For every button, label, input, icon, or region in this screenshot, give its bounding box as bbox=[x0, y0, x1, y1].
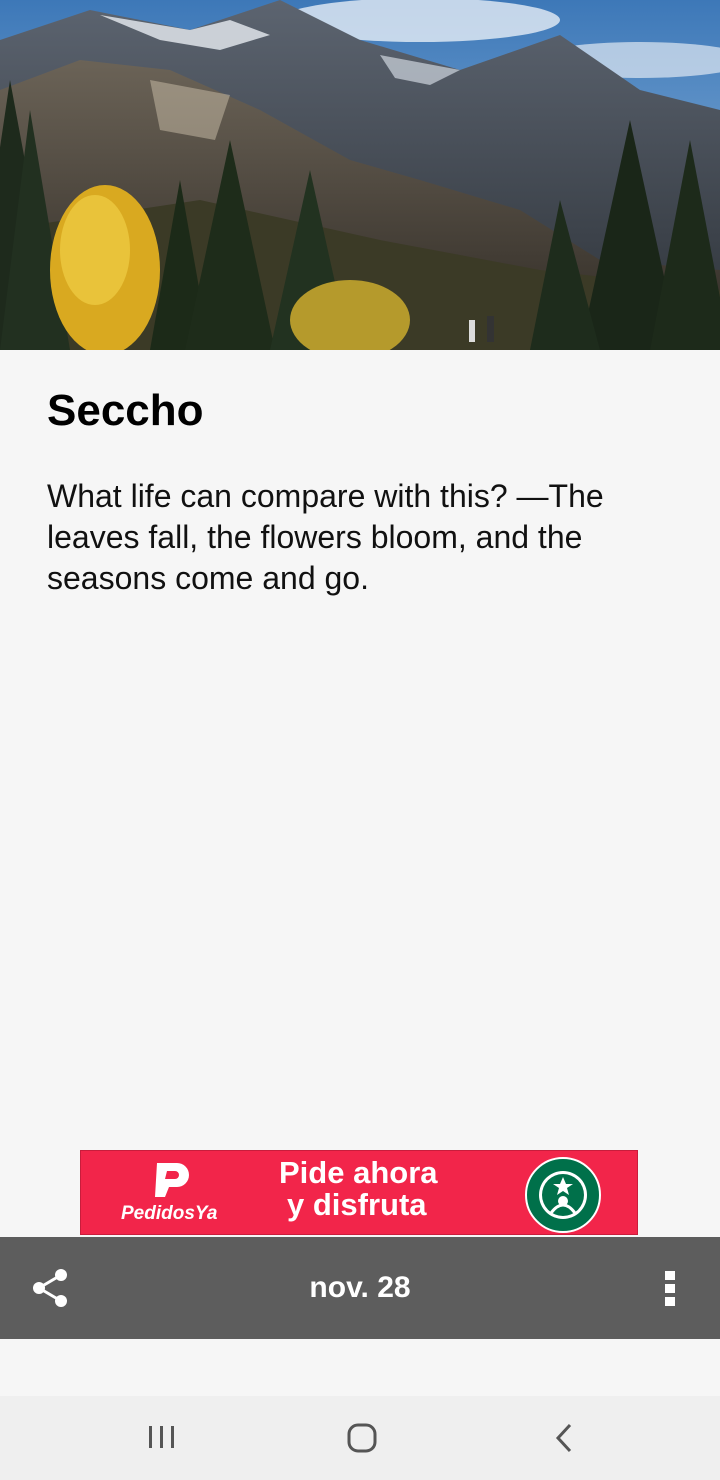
home-icon[interactable] bbox=[340, 1416, 384, 1460]
system-nav-bar bbox=[0, 1396, 720, 1480]
more-vert-icon[interactable] bbox=[656, 1267, 684, 1309]
date-label: nov. 28 bbox=[309, 1271, 411, 1304]
ad-headline-line2: y disfruta bbox=[287, 1187, 427, 1222]
share-icon[interactable] bbox=[30, 1267, 72, 1309]
bottom-toolbar: nov. 28 bbox=[0, 1237, 720, 1339]
ad-headline-line1: Pide ahora bbox=[279, 1155, 438, 1190]
recents-icon[interactable] bbox=[140, 1416, 184, 1460]
article-content: Seccho What life can compare with this? … bbox=[47, 388, 677, 599]
back-icon[interactable] bbox=[542, 1416, 586, 1460]
starbucks-logo-icon bbox=[525, 1157, 601, 1233]
article-quote: What life can compare with this? —The le… bbox=[47, 478, 604, 596]
pedidosya-logo-icon bbox=[155, 1163, 189, 1197]
ad-brand-text: PedidosYa bbox=[121, 1203, 218, 1224]
hero-image bbox=[0, 0, 720, 350]
article-title: Seccho bbox=[47, 386, 204, 435]
ad-banner[interactable]: PedidosYa Pide ahora y disfruta bbox=[80, 1150, 638, 1235]
